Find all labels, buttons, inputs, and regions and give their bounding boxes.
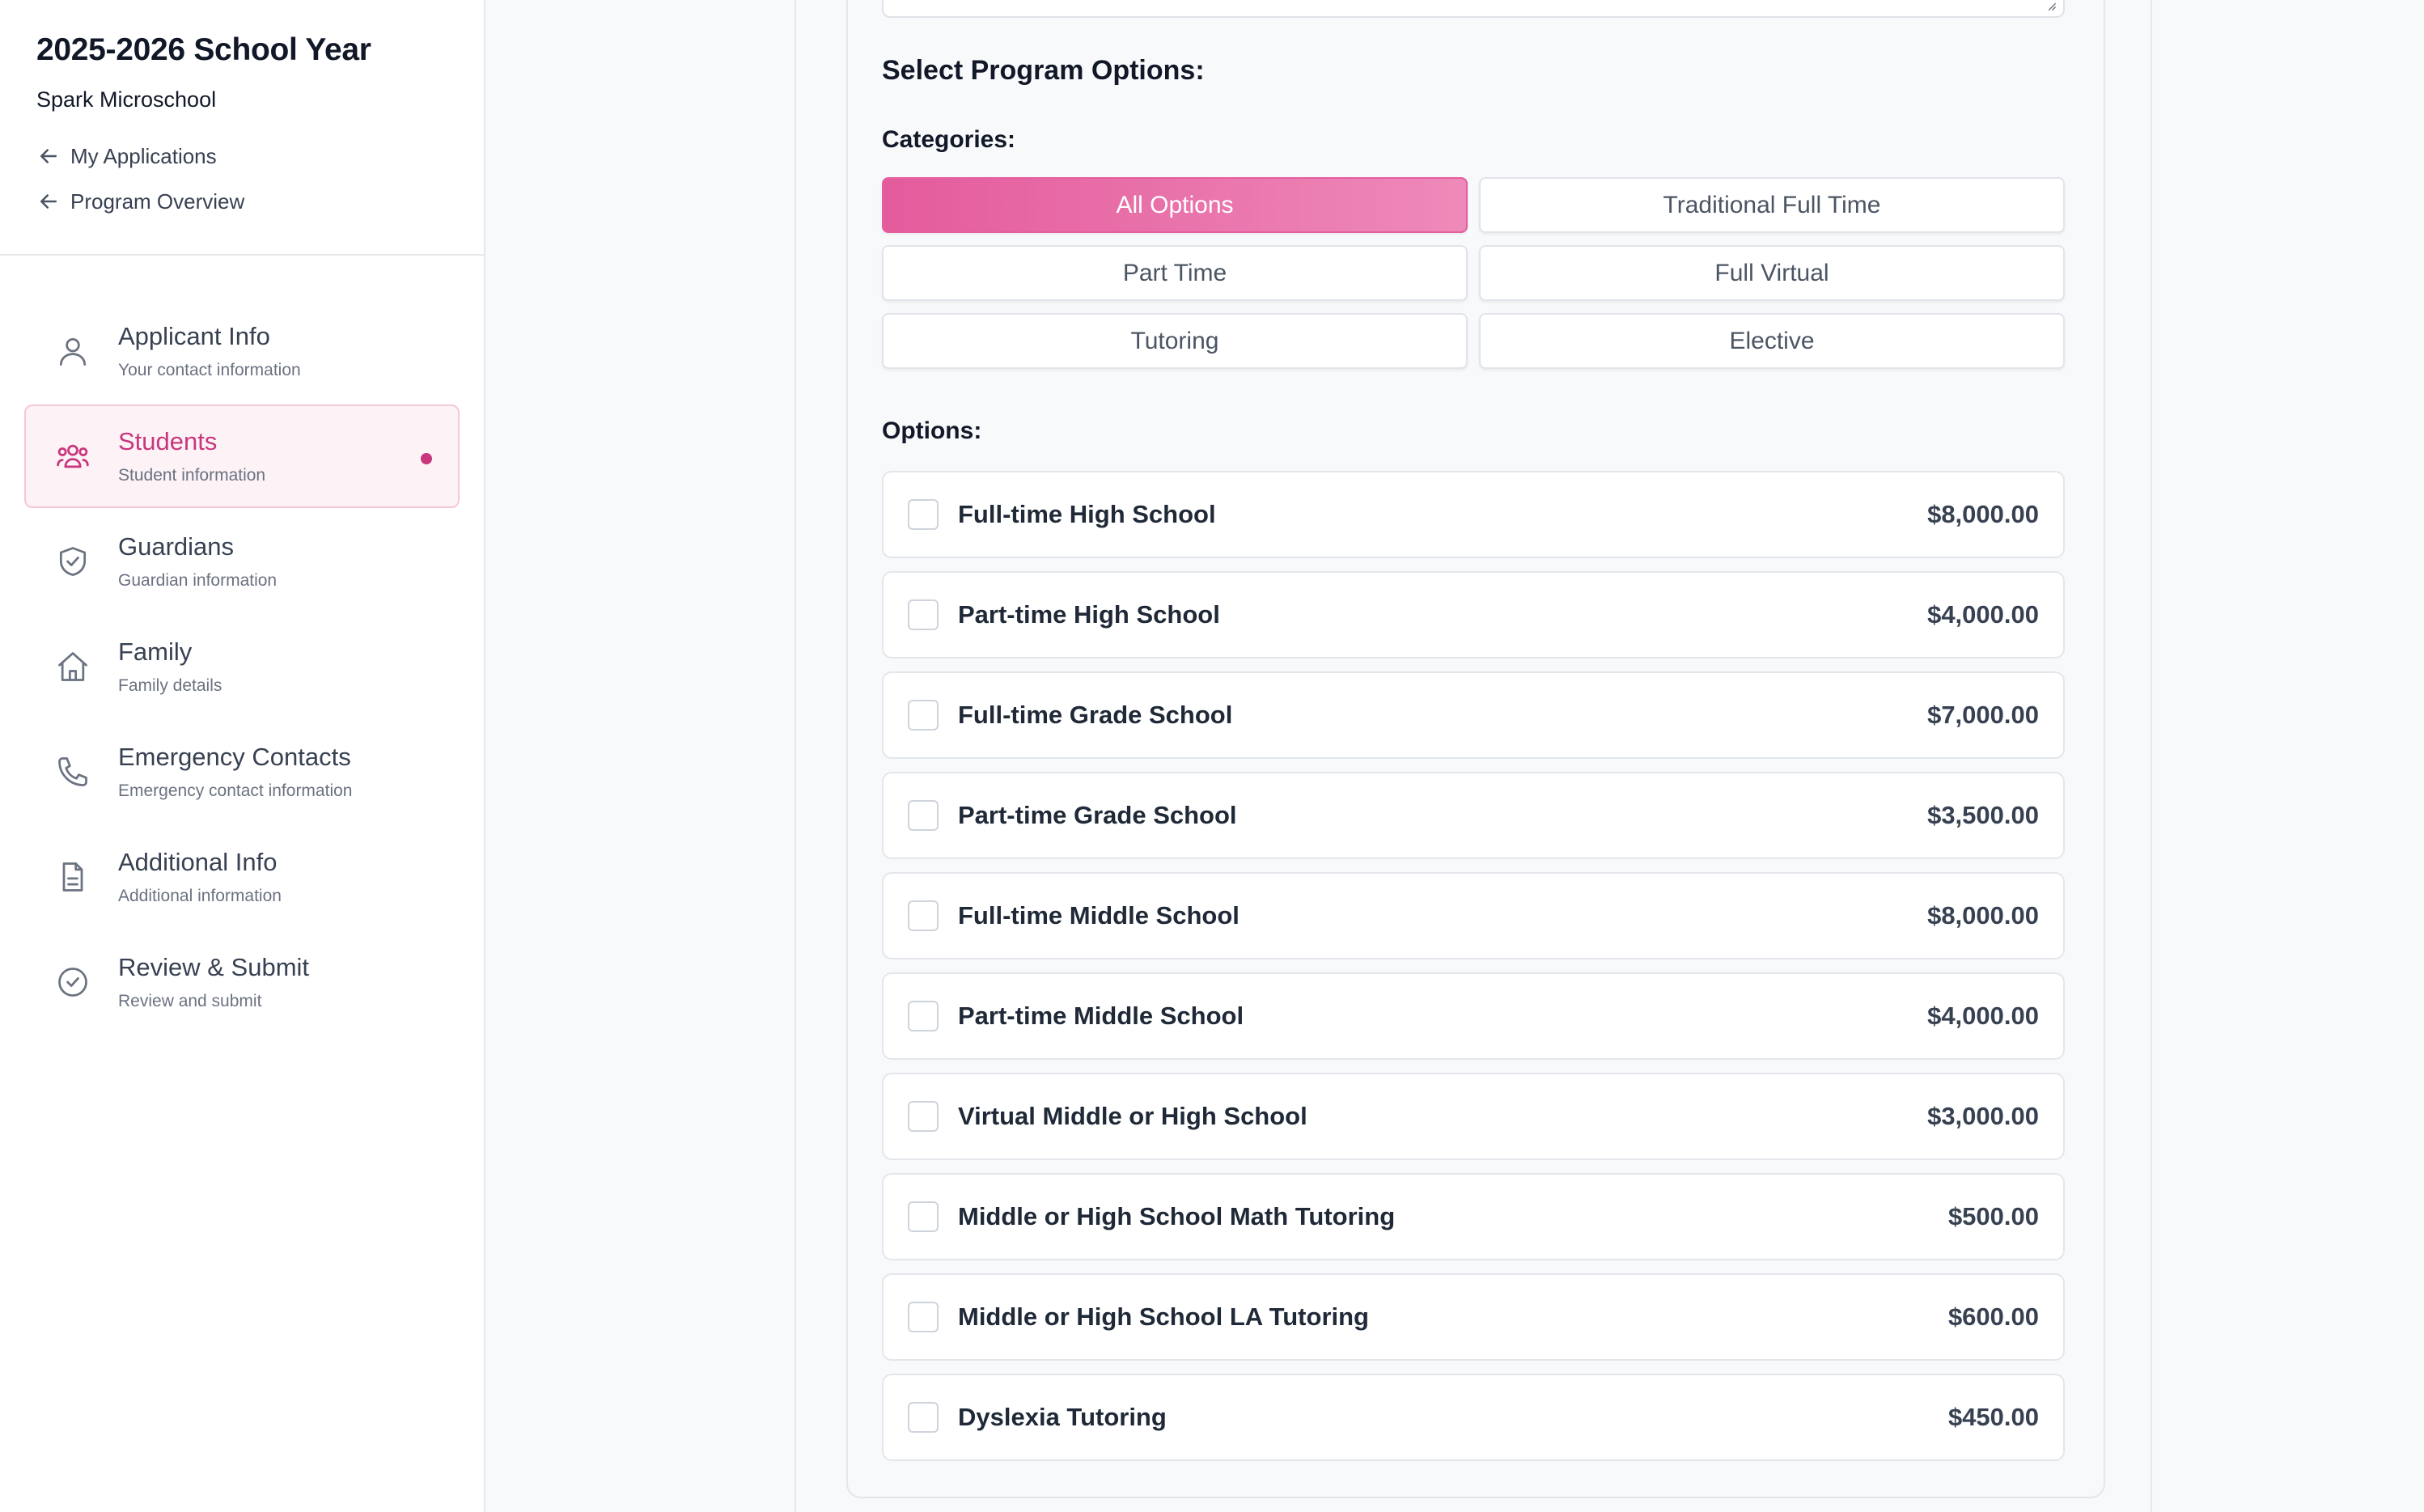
option-checkbox[interactable]	[908, 1402, 939, 1433]
option-checkbox[interactable]	[908, 1001, 939, 1031]
users-icon	[52, 435, 94, 477]
categories-label: Categories:	[882, 126, 1016, 153]
step-nav: Applicant Info Your contact information …	[0, 256, 484, 1034]
nav-item-applicant-info[interactable]: Applicant Info Your contact information	[24, 299, 460, 403]
option-checkbox[interactable]	[908, 1302, 939, 1332]
option-item[interactable]: Full-time High School $8,000.00	[882, 471, 2065, 558]
option-item[interactable]: Part-time High School $4,000.00	[882, 571, 2065, 659]
option-price: $500.00	[1947, 1202, 2039, 1230]
nav-item-guardians[interactable]: Guardians Guardian information	[24, 510, 460, 613]
option-price: $3,000.00	[1927, 1102, 2039, 1130]
user-icon	[52, 330, 94, 372]
option-checkbox[interactable]	[908, 1101, 939, 1132]
option-name: Full-time Middle School	[958, 901, 1240, 930]
option-item[interactable]: Part-time Grade School $3,500.00	[882, 772, 2065, 859]
option-name: Part-time High School	[958, 600, 1220, 629]
options-label: Options:	[882, 417, 982, 444]
nav-item-review-submit[interactable]: Review & Submit Review and submit	[24, 930, 460, 1034]
back-links: My Applications Program Overview	[36, 133, 447, 224]
option-price: $450.00	[1947, 1403, 2039, 1431]
nav-item-emergency-contacts[interactable]: Emergency Contacts Emergency contact inf…	[24, 720, 460, 824]
option-checkbox[interactable]	[908, 1201, 939, 1232]
document-icon	[52, 856, 94, 898]
option-name: Full-time Grade School	[958, 701, 1233, 729]
back-link-program-overview[interactable]: Program Overview	[36, 179, 447, 224]
option-checkbox[interactable]	[908, 900, 939, 931]
option-checkbox[interactable]	[908, 499, 939, 530]
category-elective[interactable]: Elective	[1479, 313, 2065, 369]
phone-icon	[52, 751, 94, 793]
shield-check-icon	[52, 540, 94, 582]
nav-item-label: Family	[118, 637, 193, 666]
school-year-title: 2025-2026 School Year	[36, 32, 371, 67]
option-item[interactable]: Full-time Grade School $7,000.00	[882, 671, 2065, 759]
home-icon	[52, 646, 94, 688]
category-tutoring[interactable]: Tutoring	[882, 313, 1468, 369]
arrow-left-icon	[40, 194, 57, 209]
option-item[interactable]: Middle or High School LA Tutoring $600.0…	[882, 1273, 2065, 1361]
nav-item-sub: Family details	[118, 676, 222, 695]
option-name: Virtual Middle or High School	[958, 1102, 1307, 1130]
school-name: Spark Microschool	[36, 87, 217, 112]
option-price: $3,500.00	[1927, 801, 2039, 829]
back-link-label: Program Overview	[70, 188, 245, 214]
back-link-my-applications[interactable]: My Applications	[36, 133, 447, 179]
check-circle-icon	[52, 961, 94, 1003]
nav-item-sub: Emergency contact information	[118, 781, 353, 800]
nav-item-label: Applicant Info	[118, 322, 270, 350]
sidebar: 2025-2026 School Year Spark Microschool …	[0, 0, 485, 1512]
nav-item-sub: Review and submit	[118, 992, 262, 1010]
category-full-virtual[interactable]: Full Virtual	[1479, 245, 2065, 301]
option-name: Middle or High School Math Tutoring	[958, 1202, 1396, 1230]
option-price: $4,000.00	[1927, 1002, 2039, 1030]
category-part-time[interactable]: Part Time	[882, 245, 1468, 301]
nav-item-label: Guardians	[118, 532, 235, 561]
option-checkbox[interactable]	[908, 800, 939, 831]
option-price: $4,000.00	[1927, 600, 2039, 629]
nav-item-students[interactable]: Students Student information	[24, 404, 460, 508]
nav-item-sub: Guardian information	[118, 571, 278, 590]
nav-item-family[interactable]: Family Family details	[24, 615, 460, 718]
nav-item-additional-info[interactable]: Additional Info Additional information	[24, 825, 460, 929]
nav-item-sub: Additional information	[118, 887, 282, 905]
option-name: Full-time High School	[958, 500, 1216, 528]
option-item[interactable]: Middle or High School Math Tutoring $500…	[882, 1173, 2065, 1260]
options-list: Full-time High School $8,000.00 Part-tim…	[882, 471, 2065, 1474]
option-checkbox[interactable]	[908, 700, 939, 731]
option-price: $7,000.00	[1927, 701, 2039, 729]
category-all-options[interactable]: All Options	[882, 177, 1468, 233]
option-item[interactable]: Virtual Middle or High School $3,000.00	[882, 1073, 2065, 1160]
option-price: $8,000.00	[1927, 500, 2039, 528]
option-name: Part-time Middle School	[958, 1002, 1244, 1030]
option-price: $600.00	[1947, 1302, 2039, 1331]
resize-handle-icon[interactable]	[2045, 0, 2057, 11]
sidebar-header: 2025-2026 School Year Spark Microschool …	[0, 0, 484, 256]
section-title: Select Program Options:	[882, 55, 1205, 86]
option-name: Dyslexia Tutoring	[958, 1403, 1167, 1431]
nav-item-label: Review & Submit	[118, 953, 310, 981]
notes-textarea[interactable]	[882, 0, 2065, 18]
nav-item-label: Emergency Contacts	[118, 743, 351, 771]
nav-item-sub: Student information	[118, 466, 266, 485]
option-item[interactable]: Full-time Middle School $8,000.00	[882, 872, 2065, 959]
back-link-label: My Applications	[70, 143, 217, 168]
option-name: Middle or High School LA Tutoring	[958, 1302, 1369, 1331]
category-filter-grid: All Options Traditional Full Time Part T…	[882, 177, 2065, 369]
option-name: Part-time Grade School	[958, 801, 1237, 829]
category-traditional-full-time[interactable]: Traditional Full Time	[1479, 177, 2065, 233]
nav-item-label: Additional Info	[118, 848, 278, 876]
option-checkbox[interactable]	[908, 599, 939, 630]
option-price: $8,000.00	[1927, 901, 2039, 930]
active-indicator-dot	[421, 453, 432, 464]
nav-item-label: Students	[118, 427, 218, 455]
option-item[interactable]: Part-time Middle School $4,000.00	[882, 972, 2065, 1060]
arrow-left-icon	[40, 149, 57, 163]
nav-item-sub: Your contact information	[118, 361, 301, 379]
option-item[interactable]: Dyslexia Tutoring $450.00	[882, 1374, 2065, 1461]
